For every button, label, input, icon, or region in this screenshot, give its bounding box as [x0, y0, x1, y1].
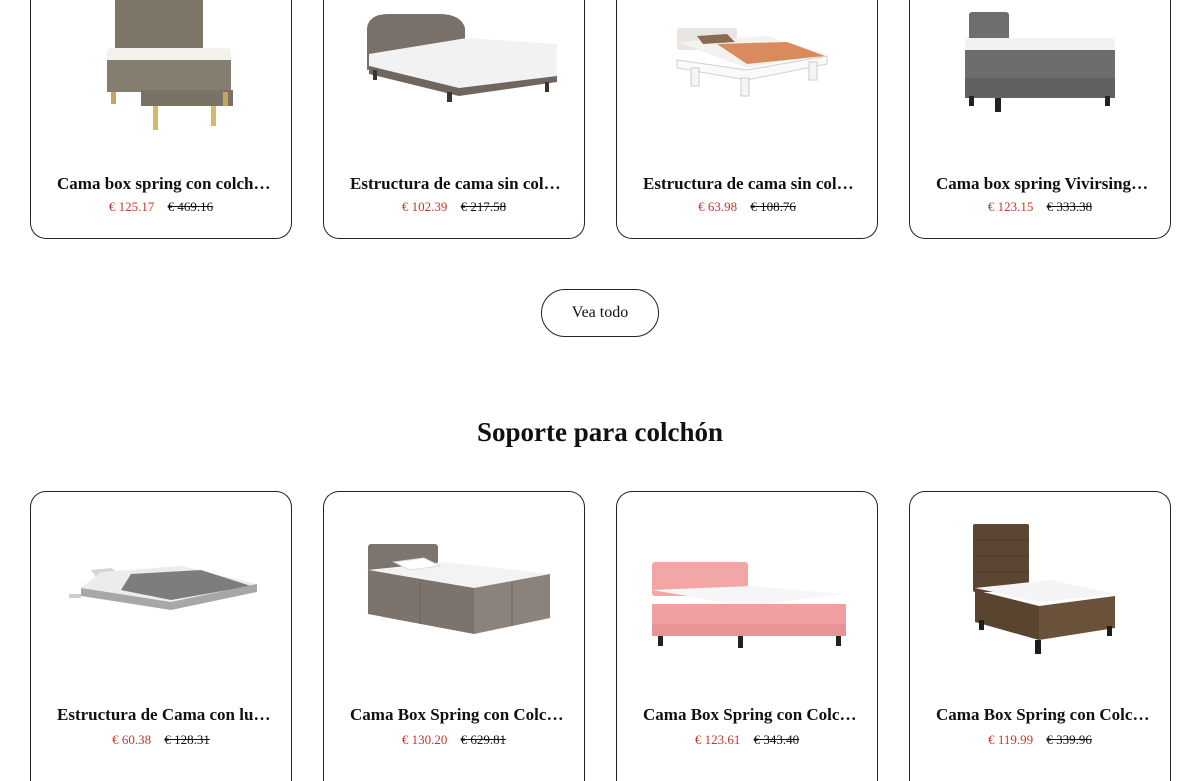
view-all-button[interactable]: Vea todo [541, 289, 659, 337]
sale-price: € 123.15 [987, 199, 1034, 214]
dark-grey-boxspring-icon [910, 0, 1170, 148]
product-prices: € 60.38 € 128.31 [31, 732, 291, 748]
product-card[interactable]: Cama Box Spring con Colchón terciopelo r… [616, 491, 878, 781]
taupe-boxspring-bed-icon [31, 0, 291, 148]
product-title[interactable]: Estructura de cama sin colchón madera ma… [643, 174, 859, 194]
product-card[interactable]: Estructura de Cama con luces LED € 60.38… [30, 491, 292, 781]
product-card[interactable]: Cama box spring Vivirsingular gris oscur… [909, 0, 1171, 239]
product-prices: € 119.99 € 339.96 [910, 732, 1170, 748]
product-card[interactable]: Cama Box Spring con Colchón tela gris ta… [323, 491, 585, 781]
product-prices: € 102.39 € 217.58 [324, 199, 584, 215]
product-prices: € 123.15 € 333.38 [910, 199, 1170, 215]
sale-price: € 63.98 [698, 199, 738, 214]
product-prices: € 123.61 € 343.40 [617, 732, 877, 748]
original-price: € 108.76 [750, 199, 796, 214]
taupe-upholstered-bed-icon [324, 0, 584, 148]
product-card[interactable]: Estructura de cama sin colchón madera ma… [616, 0, 878, 239]
original-price: € 629.81 [460, 732, 507, 747]
product-card[interactable]: Estructura de cama sin colchón tela gris… [323, 0, 585, 239]
original-price: € 333.38 [1046, 199, 1093, 214]
product-prices: € 130.20 € 629.81 [324, 732, 584, 748]
original-price: € 217.58 [460, 199, 507, 214]
product-card[interactable]: Cama Box Spring con Colchón tela marrón … [909, 491, 1171, 781]
sale-price: € 119.99 [988, 732, 1034, 747]
original-price: € 339.96 [1046, 732, 1092, 747]
sale-price: € 123.61 [694, 732, 741, 747]
taupe-boxspring-drawers-icon [324, 510, 584, 680]
product-grid-bottom: Estructura de Cama con luces LED € 60.38… [30, 491, 1171, 781]
white-wood-bed-icon [617, 0, 877, 148]
sale-price: € 102.39 [401, 199, 448, 214]
sale-price: € 130.20 [401, 732, 448, 747]
original-price: € 128.31 [164, 732, 210, 747]
product-card[interactable]: Cama box spring con colchón terciopelo g… [30, 0, 292, 239]
brown-boxspring-bed-icon [910, 510, 1170, 680]
product-title[interactable]: Estructura de Cama con luces LED [57, 705, 273, 725]
product-title[interactable]: Cama box spring con colchón terciopelo g… [57, 174, 273, 194]
grey-platform-bed-icon [31, 510, 291, 680]
sale-price: € 125.17 [108, 199, 155, 214]
original-price: € 343.40 [753, 732, 800, 747]
original-price: € 469.16 [167, 199, 214, 214]
product-title[interactable]: Estructura de cama sin colchón tela gris… [350, 174, 566, 194]
section-title: Soporte para colchón [477, 417, 723, 447]
product-prices: € 63.98 € 108.76 [617, 199, 877, 215]
product-grid-top: Cama box spring con colchón terciopelo g… [30, 0, 1171, 239]
product-title[interactable]: Cama box spring Vivirsingular gris oscur… [936, 174, 1152, 194]
product-title[interactable]: Cama Box Spring con Colchón tela marrón … [936, 705, 1152, 725]
pink-boxspring-bed-icon [617, 510, 877, 680]
sale-price: € 60.38 [112, 732, 152, 747]
product-title[interactable]: Cama Box Spring con Colchón terciopelo r… [643, 705, 859, 725]
product-prices: € 125.17 € 469.16 [31, 199, 291, 215]
product-title[interactable]: Cama Box Spring con Colchón tela gris ta… [350, 705, 566, 725]
